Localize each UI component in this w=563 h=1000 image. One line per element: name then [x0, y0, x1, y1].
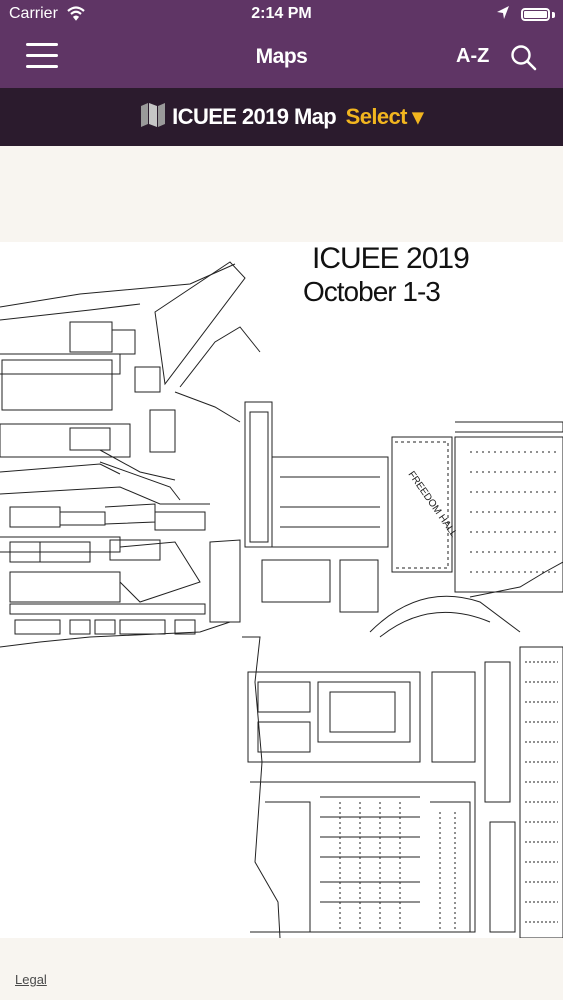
legal-link[interactable]: Legal — [15, 972, 47, 987]
a-z-button[interactable]: A-Z — [456, 45, 489, 68]
nav-bar: Maps A-Z — [0, 30, 563, 88]
battery-icon — [521, 8, 550, 21]
map-select-dropdown[interactable]: Select ▾ — [346, 104, 424, 129]
battery-tip — [552, 12, 555, 18]
status-bar: Carrier 2:14 PM — [0, 0, 563, 30]
venue-map[interactable]: ICUEE 2019 October 1-3 FREEDOM HALL — [0, 242, 563, 938]
map-viewport[interactable]: ICUEE 2019 October 1-3 FREEDOM HALL — [0, 146, 563, 938]
location-arrow-icon — [496, 5, 510, 26]
venue-floorplan-drawing: FREEDOM HALL — [0, 261, 563, 938]
freedom-hall-label: FREEDOM HALL — [406, 469, 460, 539]
map-name: ICUEE 2019 Map — [172, 104, 337, 129]
footer: Legal — [0, 938, 563, 1000]
folded-map-icon — [140, 102, 166, 134]
search-icon[interactable] — [510, 44, 538, 77]
map-selector-bar: ICUEE 2019 Map Select ▾ — [0, 88, 563, 146]
clock: 2:14 PM — [251, 5, 312, 22]
